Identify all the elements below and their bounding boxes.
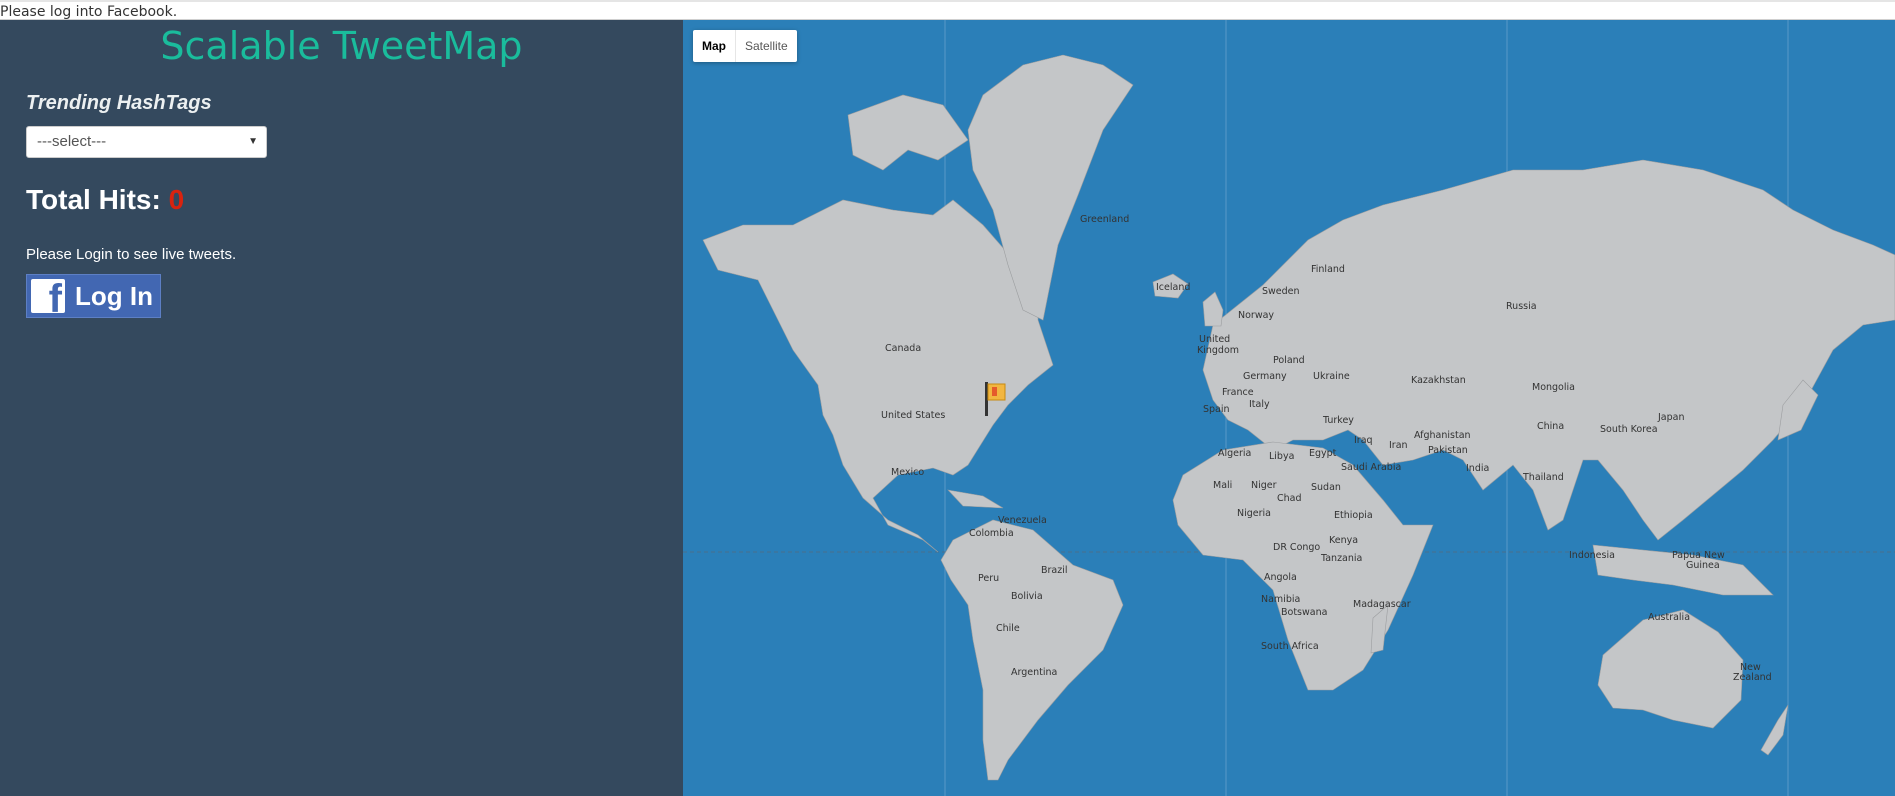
map-label: Italy xyxy=(1249,399,1270,410)
total-hits-label: Total Hits: xyxy=(26,184,161,215)
facebook-status-message: Please log into Facebook. xyxy=(0,0,1895,20)
facebook-logo-icon: f xyxy=(31,279,65,313)
login-message: Please Login to see live tweets. xyxy=(26,246,237,263)
map-label: China xyxy=(1537,421,1564,432)
map-label: Sudan xyxy=(1311,482,1341,493)
map-label: Ukraine xyxy=(1313,371,1350,382)
map-label: Japan xyxy=(1657,412,1685,423)
map-label: South Korea xyxy=(1600,424,1658,435)
trending-hashtags-label: Trending HashTags xyxy=(26,92,212,114)
map-label: France xyxy=(1222,387,1254,398)
map-label: Australia xyxy=(1648,612,1690,623)
map-label: Madagascar xyxy=(1353,599,1411,610)
map-label: Kenya xyxy=(1329,535,1358,546)
map-label: Tanzania xyxy=(1320,553,1362,564)
map-label: Nigeria xyxy=(1237,508,1271,519)
map-label: United States xyxy=(881,410,945,421)
hashtag-select-value: ---select--- xyxy=(37,133,107,150)
facebook-login-button[interactable]: f Log In xyxy=(26,274,161,318)
map-label: India xyxy=(1466,463,1489,474)
map-label: Greenland xyxy=(1080,214,1129,225)
map-label: Ethiopia xyxy=(1334,510,1373,521)
map-label: Saudi Arabia xyxy=(1341,462,1401,473)
map-label: Niger xyxy=(1251,480,1277,491)
map-label: Pakistan xyxy=(1428,445,1468,456)
facebook-login-label: Log In xyxy=(75,280,153,311)
map-label: Brazil xyxy=(1041,565,1068,576)
map-label: Sweden xyxy=(1262,286,1300,297)
map-canvas: Greenland Iceland Canada United States M… xyxy=(683,20,1895,796)
north-america xyxy=(702,199,1054,553)
map-label: Namibia xyxy=(1261,594,1300,605)
map-label: DR Congo xyxy=(1273,542,1320,553)
south-america xyxy=(940,519,1124,781)
map-label: Bolivia xyxy=(1011,591,1043,602)
map-label: Chad xyxy=(1277,493,1302,504)
map-type-map-button[interactable]: Map xyxy=(693,30,736,62)
uk xyxy=(1202,291,1224,327)
map-label: Argentina xyxy=(1011,667,1057,678)
map-label: Kazakhstan xyxy=(1411,375,1466,386)
map-label: Iraq xyxy=(1354,435,1373,446)
total-hits-count: 0 xyxy=(168,184,185,215)
map-label: Norway xyxy=(1238,310,1274,321)
map-label: Algeria xyxy=(1218,448,1251,459)
map-label: Afghanistan xyxy=(1414,430,1471,441)
map-label: Turkey xyxy=(1322,415,1354,426)
total-hits: Total Hits: 0 xyxy=(26,184,184,216)
map-label: Venezuela xyxy=(998,515,1047,526)
map-label: Guinea xyxy=(1686,560,1720,571)
map-label: Poland xyxy=(1273,355,1305,366)
map-label: Iceland xyxy=(1156,282,1190,293)
map-label: Iran xyxy=(1389,440,1408,451)
world-map[interactable]: Greenland Iceland Canada United States M… xyxy=(683,20,1895,796)
map-label: Mongolia xyxy=(1532,382,1575,393)
hashtag-select[interactable]: ---select--- ▼ xyxy=(26,126,267,158)
map-label: United xyxy=(1199,334,1230,345)
map-label: Indonesia xyxy=(1569,550,1615,561)
map-label: Finland xyxy=(1311,264,1345,275)
cuba xyxy=(947,489,1004,509)
africa xyxy=(1172,441,1434,691)
map-label: Angola xyxy=(1264,572,1297,583)
map-type-satellite-button[interactable]: Satellite xyxy=(736,30,797,62)
australia xyxy=(1597,609,1744,729)
map-label: Spain xyxy=(1203,404,1230,415)
map-label: Mali xyxy=(1213,480,1232,491)
map-label: Chile xyxy=(996,623,1020,634)
sidebar: Scalable TweetMap Trending HashTags ---s… xyxy=(0,20,683,796)
map-label: South Africa xyxy=(1261,641,1319,652)
map-label: Botswana xyxy=(1281,607,1327,618)
arctic-islands xyxy=(847,94,969,171)
map-label: Colombia xyxy=(969,528,1014,539)
map-label: Thailand xyxy=(1522,472,1564,483)
map-label: Germany xyxy=(1243,371,1287,382)
map-label: Egypt xyxy=(1309,448,1337,459)
map-label: Russia xyxy=(1506,301,1537,312)
map-label: Libya xyxy=(1269,451,1294,462)
map-type-control: Map Satellite xyxy=(693,30,797,62)
map-label: Zealand xyxy=(1733,672,1772,683)
map-label: Mexico xyxy=(891,467,924,478)
map-label: Canada xyxy=(885,343,921,354)
map-label: Peru xyxy=(978,573,999,584)
map-label: Kingdom xyxy=(1197,345,1239,356)
chevron-down-icon: ▼ xyxy=(248,136,258,147)
new-zealand xyxy=(1760,704,1789,756)
app-title: Scalable TweetMap xyxy=(160,24,523,68)
